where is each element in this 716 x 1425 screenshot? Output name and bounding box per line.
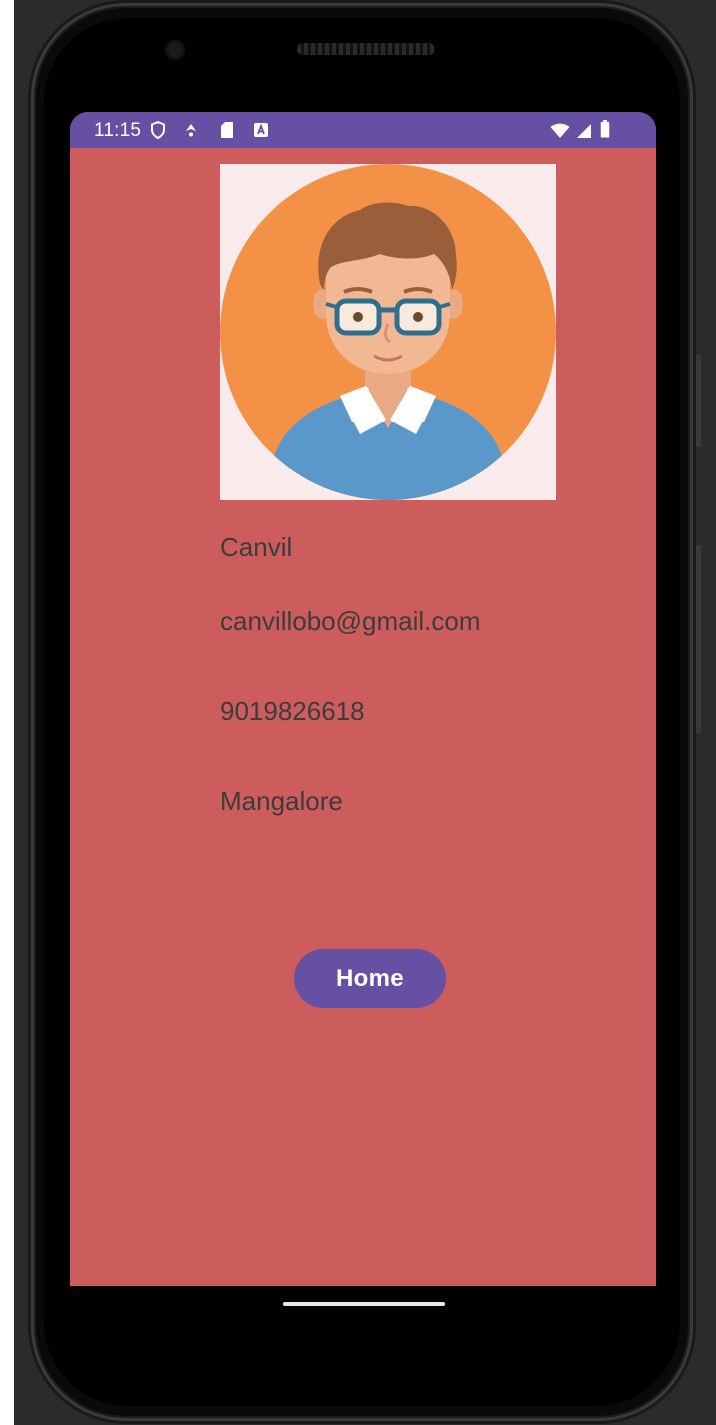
profile-email: canvillobo@gmail.com <box>220 606 481 636</box>
sim-card-icon <box>221 122 233 138</box>
signal-icon <box>577 124 591 138</box>
profile-city: Mangalore <box>220 786 343 816</box>
notification-a-icon <box>254 123 268 137</box>
location-icon <box>186 124 196 137</box>
power-button <box>695 355 701 447</box>
status-time: 11:15 <box>94 120 142 141</box>
earpiece-speaker <box>297 43 435 55</box>
gesture-handle[interactable] <box>283 1302 445 1306</box>
volume-button <box>695 545 701 733</box>
profile-name: Canvil <box>220 532 293 562</box>
profile-phone: 9019826618 <box>220 696 365 726</box>
front-camera <box>165 40 185 60</box>
app-screen: 11:15 Canvil canvillobo@gmail.com 901982… <box>70 112 656 1286</box>
battery-icon <box>600 120 610 138</box>
avatar-illustration <box>220 164 556 500</box>
profile-avatar <box>220 164 556 500</box>
navigation-bar <box>70 1286 656 1326</box>
status-bar: 11:15 <box>70 112 656 148</box>
shield-icon <box>151 121 165 139</box>
emulator-canvas: 11:15 Canvil canvillobo@gmail.com 901982… <box>0 0 716 1425</box>
wifi-icon <box>550 123 570 138</box>
home-button[interactable]: Home <box>294 949 446 1008</box>
